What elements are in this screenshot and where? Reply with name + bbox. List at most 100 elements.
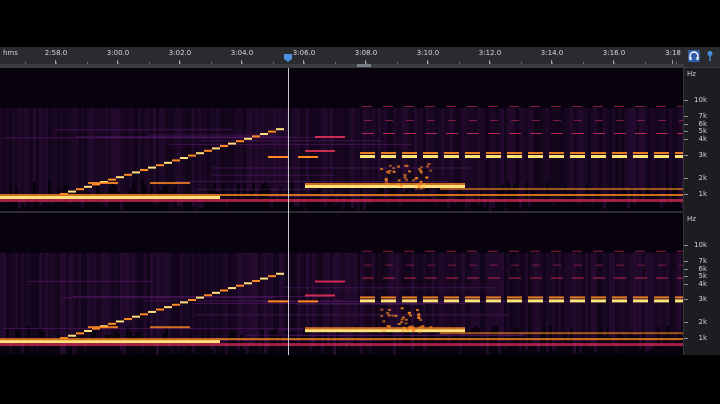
pulsed-harmonic [385,264,393,266]
glide-segment [124,318,132,321]
spectral-haze [15,252,18,329]
overview-scrollbar[interactable] [0,64,685,67]
spectral-haze [270,108,273,209]
spectral-haze [531,252,534,345]
glide-segment [60,193,68,195]
glide-segment [220,145,228,147]
headphones-icon[interactable] [688,50,700,62]
spectral-haze [261,252,264,331]
spectral-haze [651,108,654,194]
spectrogram-bottom[interactable] [0,213,683,355]
spectral-haze [519,108,522,210]
spectrogram-view[interactable]: Hz 10k 7k 6k 5k 4k 3k 2k 1k Hz 10k 7k 6k 5k 4k 3k 2k 1… [0,68,720,355]
noise-burst [408,325,412,328]
spectral-haze [201,252,204,336]
pulsed-tone [381,296,396,299]
spectral-haze [477,252,480,328]
pulsed-harmonic [658,264,666,266]
spectral-haze [537,108,540,202]
glide-segment [68,334,76,337]
steady-tone [305,327,465,330]
glide-segment [268,130,276,133]
spectral-haze [609,108,612,198]
pulsed-tone [465,152,480,154]
time-ruler[interactable]: hms 2:58.0 3:00.0 3:02.0 3:04.0 3:06.0 3:08.0… [0,47,720,68]
glide-segment [260,133,268,135]
pulsed-tone [465,155,480,158]
spectral-haze [201,108,204,208]
pulsed-tone [570,299,585,303]
frequency-axis-bottom[interactable]: Hz 10k 7k 6k 5k 4k 3k 2k 1k [683,213,720,355]
frequency-label: 4k [698,135,707,143]
glide-segment [212,291,220,294]
overview-scroll-thumb[interactable] [357,64,371,67]
noise-burst [401,316,405,319]
spectral-haze [234,108,237,200]
spectral-haze [519,252,522,353]
pulsed-tone [444,155,459,158]
glide-segment [84,329,92,332]
glide-echo [88,182,118,184]
spectral-haze [24,252,27,347]
spectral-haze [633,252,636,336]
spectral-haze [78,252,81,336]
channel-bottom[interactable]: Hz 10k 7k 6k 5k 4k 3k 2k 1k [0,213,720,355]
pulsed-tone [402,296,417,299]
spectral-haze [33,108,36,182]
pulsed-harmonic [425,106,435,107]
spectral-haze [3,252,6,340]
frequency-axis-top[interactable]: Hz 10k 7k 6k 5k 4k 3k 2k 1k [683,68,720,211]
spectral-haze [627,252,630,336]
spectral-haze [174,108,177,187]
spectral-haze [147,108,150,197]
time-units-label: hms [3,49,18,57]
noise-burst [388,164,392,167]
pulsed-harmonic [509,250,519,252]
harmonic-line [174,181,450,183]
noise-burst [418,168,422,171]
frequency-label: 2k [698,174,707,182]
spectral-haze [513,252,516,329]
spectral-haze [321,252,324,354]
spectral-haze [507,252,510,346]
frequency-tick [684,268,688,270]
noise-burst [417,185,421,188]
pulsed-harmonic [595,264,603,266]
playhead-marker-icon[interactable] [284,54,292,62]
channel-top[interactable]: Hz 10k 7k 6k 5k 4k 3k 2k 1k [0,68,720,211]
glide-segment [244,282,252,285]
noise-burst [380,168,384,171]
spectral-haze [255,252,258,339]
pulsed-tone [507,296,522,299]
frequency-tick [684,260,688,262]
spectral-haze [6,108,9,196]
time-tick-label: 3:04.0 [230,49,254,57]
pulsed-harmonic [469,120,477,121]
spectral-haze [540,252,543,334]
pulsed-tone [444,152,459,154]
pulsed-tone [486,152,501,154]
spectral-haze [345,252,348,348]
pulsed-harmonic [425,277,437,279]
glide-segment [140,169,148,171]
spectral-haze [252,108,255,182]
noise-burst [386,311,390,314]
pulsed-tone [381,152,396,154]
pulsed-harmonic [488,133,500,134]
spectrogram-top[interactable] [0,68,683,211]
spectral-haze [126,252,129,327]
pulsed-harmonic [467,250,477,252]
spectral-haze [267,108,270,187]
frequency-tick [684,338,688,340]
glide-top [298,156,318,158]
pulsed-harmonic [616,120,624,121]
playback-cursor[interactable] [288,68,289,355]
pin-icon[interactable] [704,50,716,62]
noise-burst [387,314,391,317]
pulsed-tone [381,155,396,158]
spectral-haze [153,252,156,347]
spectral-haze [513,108,516,184]
spectral-haze [159,108,162,191]
pulsed-harmonic [509,106,519,107]
noise-burst [425,165,429,168]
